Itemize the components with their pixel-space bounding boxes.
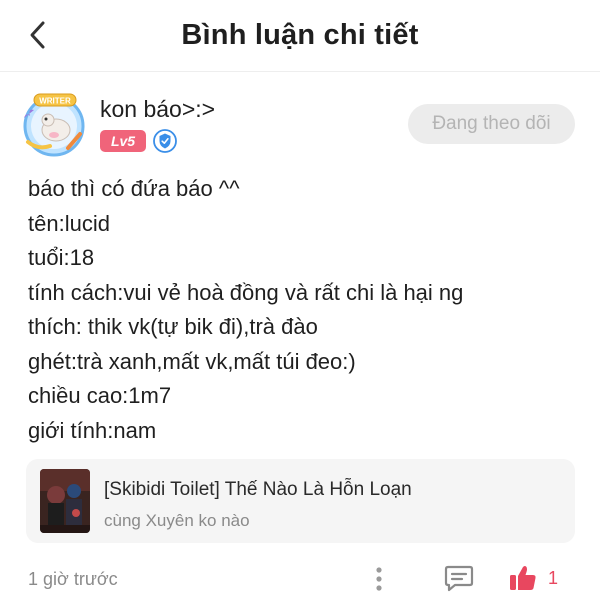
comment-line: ghét:trà xanh,mất vk,mất túi đeo:) [28, 348, 356, 374]
like-button[interactable]: 1 [508, 561, 578, 595]
comment-line: tên:lucid [28, 210, 110, 236]
top-bar: Bình luận chi tiết [0, 0, 600, 72]
avatar-badge-text: WRITER [39, 97, 71, 106]
shield-verified-icon [153, 129, 177, 153]
like-count: 1 [548, 567, 559, 588]
story-author: cùng Xuyên ko nào [104, 511, 250, 530]
comment-line: thích: thik vk(tự bik đi),trà đào [28, 314, 318, 339]
page-title: Bình luận chi tiết [181, 19, 419, 51]
story-cover-image [40, 469, 90, 533]
avatar[interactable]: WRITER [18, 90, 90, 158]
comment-line: tuổi:18 [28, 245, 95, 270]
timestamp: 1 giờ trước [28, 569, 118, 589]
reply-button[interactable] [442, 562, 476, 594]
thumbs-up-icon [510, 566, 536, 590]
follow-button[interactable]: Đang theo dõi [408, 104, 575, 144]
story-card[interactable]: [Skibidi Toilet] Thế Nào Là Hỗn Loạn cùn… [26, 459, 575, 543]
comment-body: báo thì có đứa báo ^^ tên:lucid tuổi:18 … [28, 172, 463, 448]
comment-line: chiều cao:1m7 [28, 383, 172, 408]
more-options-button[interactable] [368, 563, 390, 595]
comment-line: báo thì có đứa báo ^^ [28, 176, 240, 201]
comment-icon [444, 565, 474, 592]
comment-line: tính cách:vui vẻ hoà đồng và rất chi là … [28, 279, 464, 305]
username[interactable]: kon báo>:> [100, 96, 215, 123]
more-vertical-icon [376, 567, 382, 591]
writer-avatar-frame: WRITER [23, 93, 85, 157]
story-title: [Skibidi Toilet] Thế Nào Là Hỗn Loạn [104, 479, 412, 500]
comment-line: giới tính:nam [28, 417, 157, 443]
level-badge: Lv5 [100, 130, 146, 152]
